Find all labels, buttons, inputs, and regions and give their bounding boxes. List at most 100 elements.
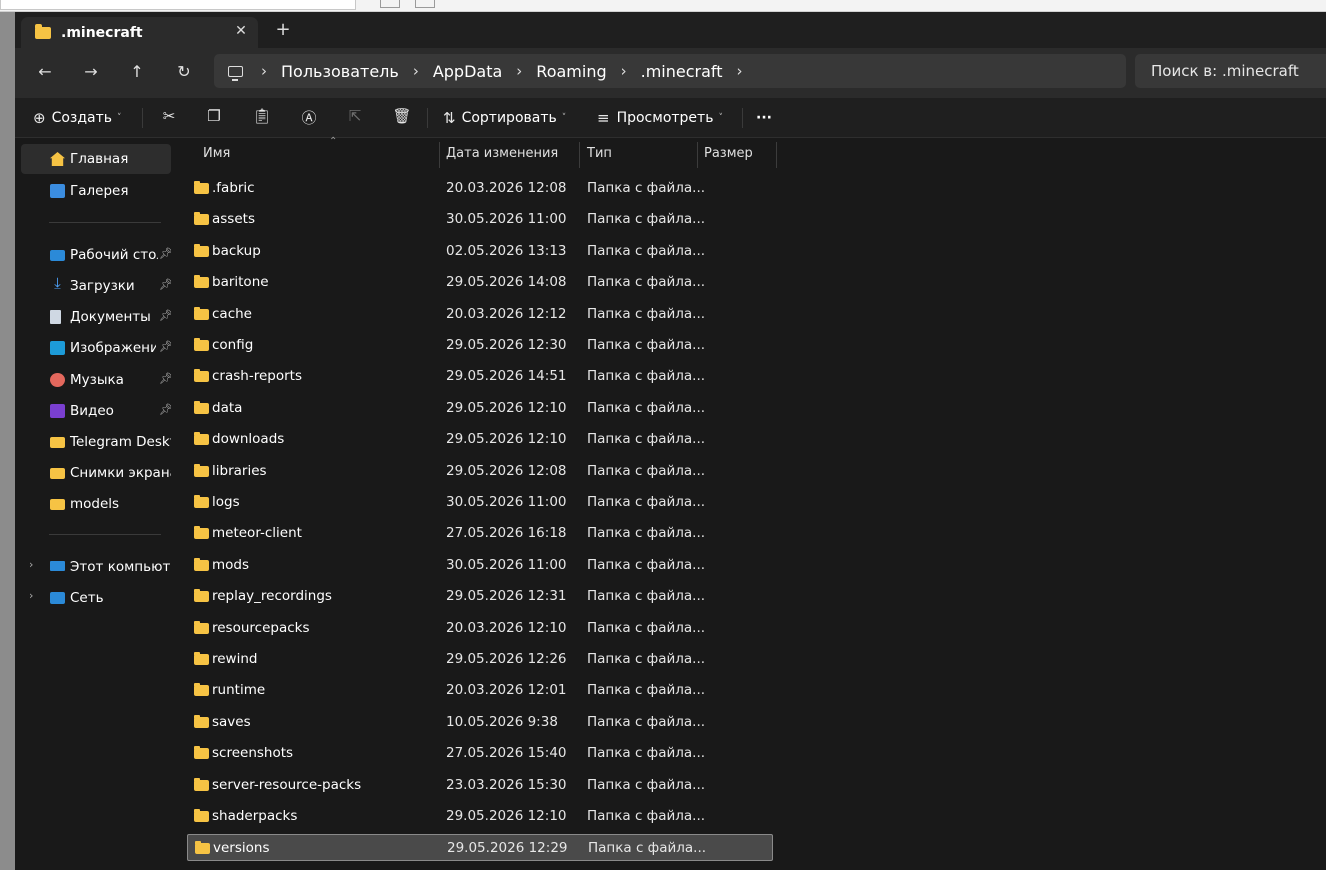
rename-icon[interactable]: Ⓐ — [299, 107, 319, 129]
file-row[interactable]: mods 30.05.2026 11:00 Папка с файла... — [187, 552, 773, 579]
folder-icon — [194, 714, 209, 728]
folder-icon — [35, 23, 51, 39]
file-row[interactable]: rewind 29.05.2026 12:26 Папка с файла... — [187, 646, 773, 673]
breadcrumb-separator[interactable]: › — [737, 62, 743, 80]
sidebar-item-documents[interactable]: Документы 📌︎ — [21, 302, 171, 332]
column-header-size[interactable]: Размер — [704, 138, 753, 170]
file-row[interactable]: logs 30.05.2026 11:00 Папка с файла... — [187, 489, 773, 516]
sidebar-item-network[interactable]: › Сеть — [21, 583, 171, 613]
column-divider[interactable] — [697, 142, 698, 168]
file-row[interactable]: downloads 29.05.2026 12:10 Папка с файла..… — [187, 426, 773, 453]
sort-icon: ⇅ — [443, 109, 456, 127]
new-tab-button[interactable]: + — [273, 19, 293, 40]
file-row[interactable]: libraries 29.05.2026 12:08 Папка с файла..… — [187, 458, 773, 485]
folder-icon — [50, 468, 65, 479]
new-button[interactable]: ⊕ Создать ˅ — [33, 106, 122, 130]
desktop-icon — [50, 250, 65, 261]
refresh-button[interactable]: ↻ — [172, 62, 196, 82]
folder-icon — [194, 275, 209, 289]
sidebar-item-this-pc[interactable]: › Этот компьютер — [21, 552, 171, 582]
file-row[interactable]: data 29.05.2026 12:10 Папка с файла... — [187, 395, 773, 422]
background-app-edge — [0, 12, 15, 870]
file-name: data — [212, 399, 243, 416]
column-header-type[interactable]: Тип — [587, 138, 612, 170]
column-divider[interactable] — [439, 142, 440, 168]
file-row[interactable]: replay_recordings 29.05.2026 12:31 Папка с… — [187, 583, 773, 610]
column-header-modified[interactable]: Дата изменения — [446, 138, 558, 170]
back-button[interactable]: ← — [33, 62, 57, 82]
breadcrumb-minecraft[interactable]: .minecraft — [641, 62, 723, 81]
breadcrumb-separator[interactable]: › — [621, 62, 627, 80]
file-row[interactable]: runtime 20.03.2026 12:01 Папка с файла... — [187, 677, 773, 704]
breadcrumb-separator[interactable]: › — [516, 62, 522, 80]
view-button[interactable]: ≡ Просмотреть ˅ — [597, 106, 723, 130]
file-row[interactable]: assets 30.05.2026 11:00 Папка с файла... — [187, 206, 773, 233]
file-row[interactable]: screenshots 27.05.2026 15:40 Папка с файла… — [187, 740, 773, 767]
column-divider[interactable] — [579, 142, 580, 168]
copy-icon[interactable]: ❐ — [204, 107, 224, 129]
file-row[interactable]: saves 10.05.2026 9:38 Папка с файла... — [187, 709, 773, 736]
cut-icon[interactable]: ✂ — [159, 107, 179, 129]
file-name: replay_recordings — [212, 588, 332, 605]
file-type: Папка с файла... — [587, 494, 706, 510]
file-row[interactable]: server-resource-packs 23.03.2026 15:30 Пап… — [187, 772, 773, 799]
file-name: libraries — [212, 462, 267, 479]
folder-icon — [50, 437, 65, 448]
file-name: downloads — [212, 431, 285, 448]
file-row[interactable]: cache 20.03.2026 12:12 Папка с файла... — [187, 301, 773, 328]
breadcrumb-roaming[interactable]: Roaming — [536, 62, 606, 81]
sort-button[interactable]: ⇅ Сортировать ˅ — [443, 106, 566, 130]
sidebar-item-label: Главная — [70, 151, 129, 167]
tab-close-icon[interactable]: ✕ — [232, 23, 250, 39]
paste-icon[interactable]: 📋︎ — [252, 107, 272, 129]
sidebar-item-label: Музыка — [70, 372, 124, 388]
column-header-name[interactable]: Имя — [203, 138, 230, 170]
sidebar-divider — [49, 222, 161, 223]
folder-icon — [194, 809, 209, 822]
folder-icon — [194, 495, 209, 508]
file-row[interactable]: config 29.05.2026 12:30 Папка с файла... — [187, 332, 773, 359]
sidebar-item-downloads[interactable]: ⤓ Загрузки 📌︎ — [21, 271, 171, 301]
forward-button[interactable]: → — [79, 62, 103, 82]
breadcrumb-separator[interactable]: › — [413, 62, 419, 80]
folder-icon — [50, 499, 65, 510]
file-row[interactable]: baritone 29.05.2026 14:08 Папка с файла... — [187, 269, 773, 296]
file-modified: 29.05.2026 12:29 — [447, 840, 568, 857]
folder-icon — [194, 777, 209, 791]
chevron-right-icon[interactable]: › — [29, 589, 33, 602]
sidebar-item-gallery[interactable]: Галерея — [21, 176, 171, 206]
sidebar-item-screenshots[interactable]: Снимки экрана — [21, 458, 171, 488]
breadcrumb-user[interactable]: Пользователь — [281, 62, 399, 81]
file-row[interactable]: crash-reports 29.05.2026 14:51 Папка с фай… — [187, 363, 773, 390]
document-icon — [50, 310, 61, 324]
address-bar[interactable]: › Пользователь › AppData › Roaming › .mi… — [214, 54, 1126, 88]
file-row[interactable]: shaderpacks 29.05.2026 12:10 Папка с файла… — [187, 803, 773, 830]
file-type: Папка с файла... — [587, 525, 706, 542]
file-row[interactable]: .fabric 20.03.2026 12:08 Папка с файла... — [187, 175, 773, 202]
music-icon — [50, 373, 65, 387]
sidebar-item-music[interactable]: Музыка 📌︎ — [21, 365, 171, 395]
sidebar-item-home[interactable]: Главная — [21, 144, 171, 174]
search-input[interactable]: Поиск в: .minecraft — [1135, 54, 1326, 88]
file-row[interactable]: backup 02.05.2026 13:13 Папка с файла... — [187, 238, 773, 265]
sidebar-item-desktop[interactable]: Рабочий стол 📌︎ — [21, 240, 171, 270]
file-modified: 27.05.2026 16:18 — [446, 525, 567, 542]
file-row[interactable]: meteor-client 27.05.2026 16:18 Папка с фай… — [187, 520, 773, 547]
sidebar-item-models[interactable]: models — [21, 489, 171, 519]
tab-minecraft[interactable]: .minecraft ✕ — [21, 17, 258, 48]
file-row[interactable]: versions 29.05.2026 12:29 Папка с файла... — [187, 834, 773, 862]
sidebar-item-videos[interactable]: Видео 📌︎ — [21, 396, 171, 426]
breadcrumb-appdata[interactable]: AppData — [433, 62, 502, 81]
navigation-bar: ← → ↑ ↻ › Пользователь › AppData › Roami… — [15, 48, 1326, 98]
sidebar-item-telegram-desktop[interactable]: Telegram Desktop — [21, 427, 171, 457]
file-type: Папка с файла... — [587, 808, 706, 824]
sidebar-item-pictures[interactable]: Изображения 📌︎ — [21, 333, 171, 363]
folder-icon — [194, 557, 209, 571]
delete-icon[interactable]: 🗑︎ — [392, 107, 412, 129]
file-type: Папка с файла... — [587, 462, 706, 479]
file-row[interactable]: resourcepacks 20.03.2026 12:10 Папка с фай… — [187, 615, 773, 642]
more-options-button[interactable]: ··· — [756, 106, 772, 130]
chevron-right-icon[interactable]: › — [29, 558, 33, 571]
up-button[interactable]: ↑ — [125, 62, 149, 82]
column-divider[interactable] — [776, 142, 777, 168]
